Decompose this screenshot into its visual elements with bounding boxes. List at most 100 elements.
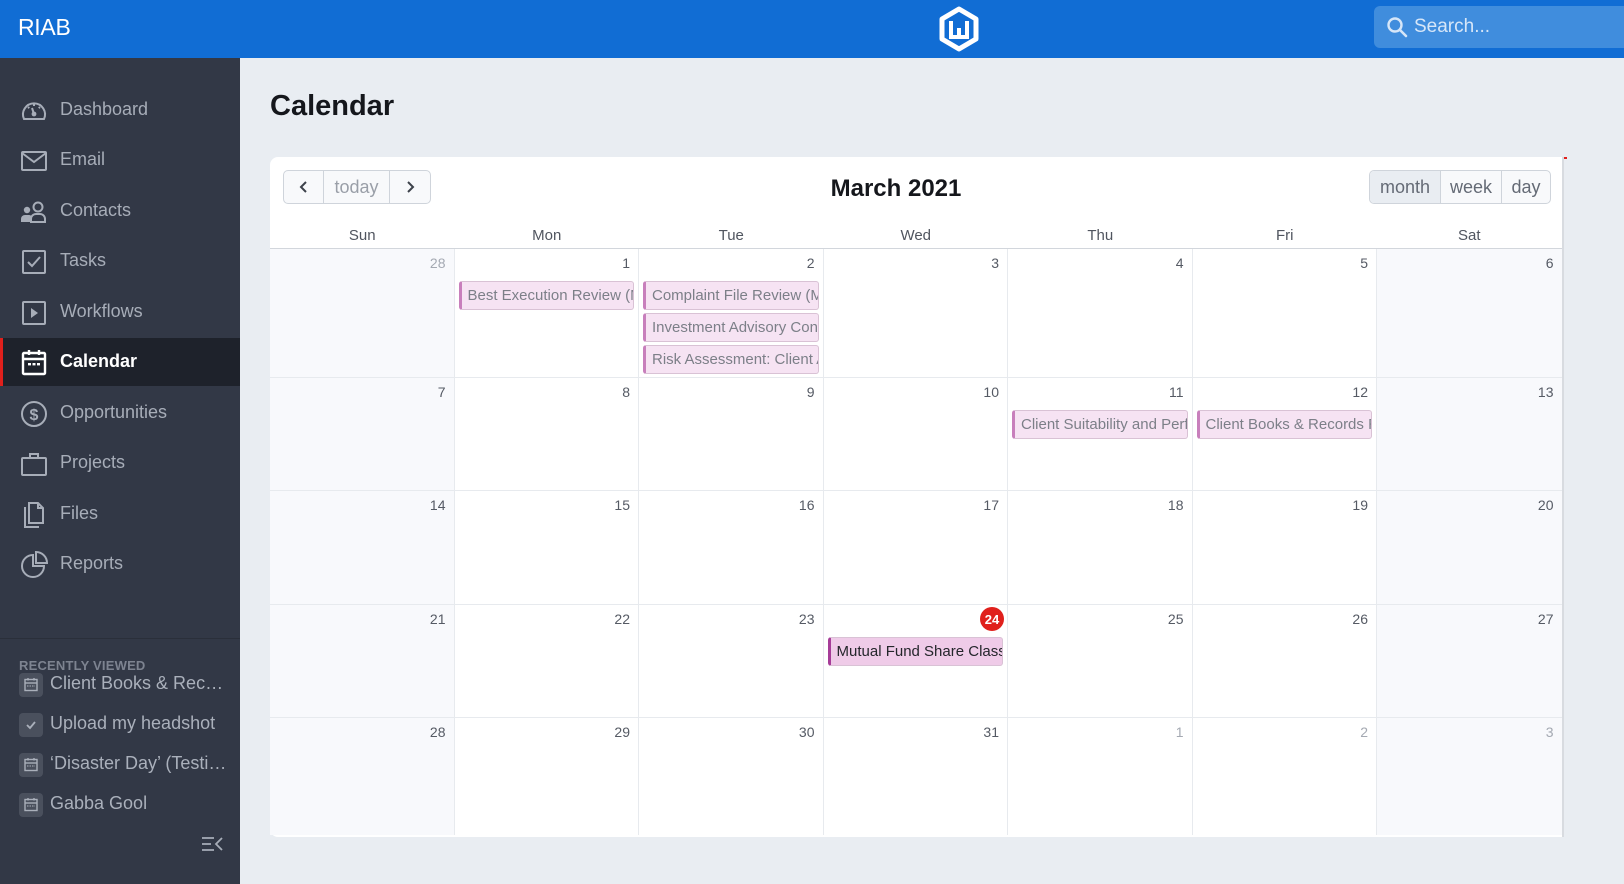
calendar-event[interactable]: Complaint File Review (ML xyxy=(643,281,819,310)
day-number[interactable]: 4 xyxy=(1176,255,1184,271)
day-number[interactable]: 3 xyxy=(991,255,999,271)
today-badge[interactable]: 24 xyxy=(980,607,1004,631)
calendar-event[interactable]: Investment Advisory Cont xyxy=(643,313,819,342)
sidebar-item-contacts[interactable]: Contacts xyxy=(0,187,240,235)
day-number[interactable]: 21 xyxy=(430,611,446,627)
recently-viewed-item[interactable]: Gabba Gool xyxy=(19,791,234,819)
day-number[interactable]: 7 xyxy=(438,384,446,400)
calendar-event[interactable]: Best Execution Review (MI xyxy=(458,281,634,310)
day-cell[interactable]: 3 xyxy=(823,249,1008,378)
day-number[interactable]: 13 xyxy=(1538,384,1554,400)
day-number[interactable]: 3 xyxy=(1546,724,1554,740)
day-cell[interactable]: 1 xyxy=(1008,718,1193,835)
sidebar-item-projects[interactable]: Projects xyxy=(0,439,240,487)
view-week-button[interactable]: week xyxy=(1441,171,1502,203)
search-input[interactable] xyxy=(1414,6,1624,48)
day-cell[interactable]: 11 Client Suitability and Perfo xyxy=(1008,378,1193,491)
sidebar: Dashboard Email Contacts Tasks Workflows Cale… xyxy=(0,58,240,884)
day-cell[interactable]: 20 xyxy=(1377,491,1562,605)
day-number[interactable]: 11 xyxy=(1169,384,1184,400)
day-number[interactable]: 31 xyxy=(983,724,999,740)
sidebar-item-email[interactable]: Email xyxy=(0,136,240,184)
day-cell[interactable]: 30 xyxy=(639,718,824,835)
day-number[interactable]: 10 xyxy=(983,384,999,400)
day-number[interactable]: 28 xyxy=(430,255,446,271)
day-cell[interactable]: 6 xyxy=(1377,249,1562,378)
day-cell[interactable]: 8 xyxy=(454,378,639,491)
day-cell[interactable]: 23 xyxy=(639,605,824,718)
day-cell[interactable]: 27 xyxy=(1377,605,1562,718)
sidebar-item-opportunities[interactable]: $ Opportunities xyxy=(0,389,240,437)
day-number[interactable]: 27 xyxy=(1538,611,1554,627)
view-day-button[interactable]: day xyxy=(1502,171,1550,203)
day-cell[interactable]: 13 xyxy=(1377,378,1562,491)
day-cell[interactable]: 31 xyxy=(824,718,1008,835)
day-cell[interactable]: 18 xyxy=(1008,491,1193,605)
day-number[interactable]: 30 xyxy=(799,724,815,740)
day-cell[interactable]: 19 xyxy=(1192,491,1377,605)
day-number[interactable]: 5 xyxy=(1360,255,1368,271)
day-number[interactable]: 2 xyxy=(1360,724,1368,740)
day-cell[interactable]: 2 Complaint File Review (ML Investment Adv… xyxy=(639,249,824,378)
day-number[interactable]: 26 xyxy=(1352,611,1368,627)
day-cell[interactable]: 3 xyxy=(1377,718,1562,835)
day-number[interactable]: 9 xyxy=(807,384,815,400)
day-number[interactable]: 18 xyxy=(1168,497,1184,513)
day-cell[interactable]: 7 xyxy=(270,378,455,491)
day-cell[interactable]: 4 xyxy=(1008,249,1193,378)
day-number[interactable]: 12 xyxy=(1352,384,1368,400)
sidebar-item-files[interactable]: Files xyxy=(0,490,240,538)
day-number[interactable]: 19 xyxy=(1352,497,1368,513)
recently-viewed-item[interactable]: Client Books & Records Review xyxy=(19,671,234,699)
day-cell[interactable]: 22 xyxy=(454,605,639,718)
day-cell[interactable]: 29 xyxy=(455,718,639,835)
sidebar-item-calendar[interactable]: Calendar xyxy=(0,338,240,386)
day-number[interactable]: 22 xyxy=(614,611,630,627)
day-cell[interactable]: 9 xyxy=(639,378,824,491)
day-cell[interactable]: 1 Best Execution Review (MI xyxy=(454,249,639,378)
brand-name[interactable]: RIAB xyxy=(18,14,71,41)
day-number[interactable]: 28 xyxy=(430,724,446,740)
day-cell[interactable]: 10 xyxy=(823,378,1008,491)
search-box[interactable] xyxy=(1374,6,1624,48)
sidebar-item-reports[interactable]: Reports xyxy=(0,540,240,588)
recently-viewed-item[interactable]: ‘Disaster Day’ (Testing) xyxy=(19,751,234,779)
day-number[interactable]: 17 xyxy=(983,497,999,513)
day-cell[interactable]: 25 xyxy=(1008,605,1193,718)
day-number[interactable]: 29 xyxy=(614,724,630,740)
calendar-event[interactable]: Risk Assessment: Client A xyxy=(643,345,819,374)
day-cell[interactable]: 28 xyxy=(270,249,455,378)
calendar-event[interactable]: Client Books & Records Re xyxy=(1196,410,1372,439)
day-cell[interactable]: 2 xyxy=(1193,718,1377,835)
calendar-event[interactable]: Mutual Fund Share Class R xyxy=(827,637,1003,666)
day-number[interactable]: 16 xyxy=(799,497,815,513)
day-cell[interactable]: 14 xyxy=(270,491,455,605)
day-cell[interactable]: 21 xyxy=(270,605,455,718)
day-number[interactable]: 1 xyxy=(1176,724,1184,740)
hexagon-w-logo-icon[interactable] xyxy=(937,6,981,52)
day-cell[interactable]: 17 xyxy=(823,491,1008,605)
day-cell[interactable]: 16 xyxy=(639,491,824,605)
recently-viewed-item[interactable]: Upload my headshot xyxy=(19,711,234,739)
day-number[interactable]: 6 xyxy=(1546,255,1554,271)
sidebar-item-workflows[interactable]: Workflows xyxy=(0,288,240,336)
day-number[interactable]: 25 xyxy=(1168,611,1184,627)
day-cell[interactable]: 24 Mutual Fund Share Class R xyxy=(823,605,1008,718)
day-cell[interactable]: 5 xyxy=(1192,249,1377,378)
day-cell[interactable]: 26 xyxy=(1192,605,1377,718)
sidebar-item-tasks[interactable]: Tasks xyxy=(0,237,240,285)
day-cell[interactable]: 15 xyxy=(454,491,639,605)
day-cell[interactable]: 12 Client Books & Records Re xyxy=(1192,378,1377,491)
calendar-event[interactable]: Client Suitability and Perfo xyxy=(1012,410,1188,439)
day-number[interactable]: 1 xyxy=(622,255,630,271)
view-month-button[interactable]: month xyxy=(1370,171,1441,203)
day-cell[interactable]: 28 xyxy=(270,718,455,835)
sidebar-item-dashboard[interactable]: Dashboard xyxy=(0,86,240,134)
day-number[interactable]: 14 xyxy=(430,497,446,513)
day-number[interactable]: 2 xyxy=(807,255,815,271)
day-number[interactable]: 8 xyxy=(622,384,630,400)
collapse-sidebar-icon[interactable] xyxy=(200,834,224,854)
day-number[interactable]: 20 xyxy=(1538,497,1554,513)
day-number[interactable]: 15 xyxy=(614,497,630,513)
day-number[interactable]: 23 xyxy=(799,611,815,627)
